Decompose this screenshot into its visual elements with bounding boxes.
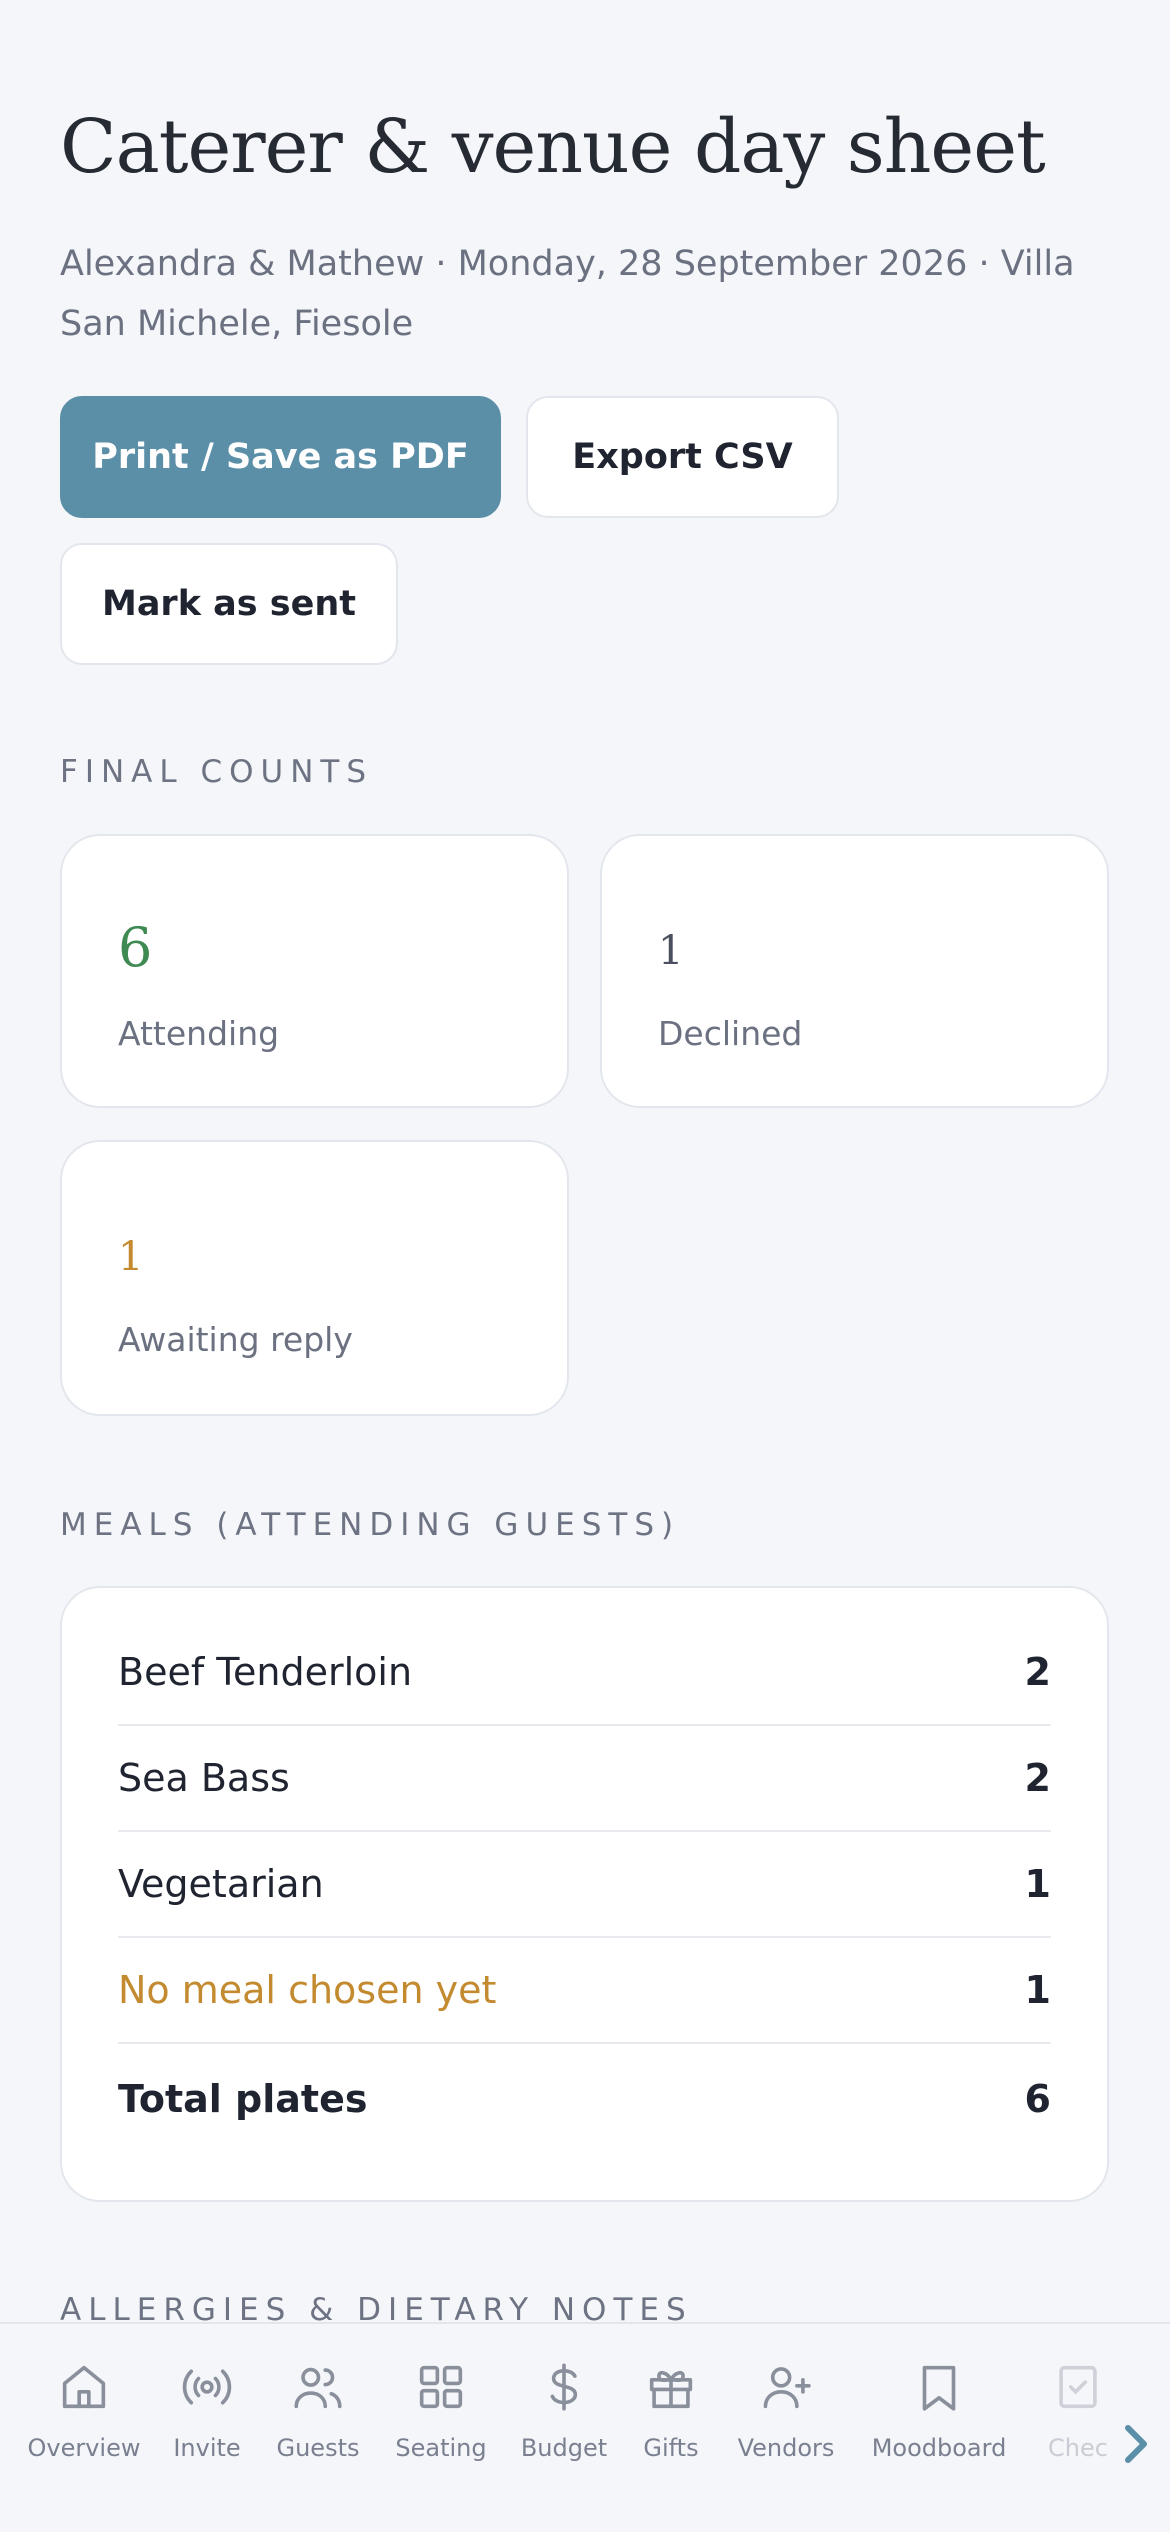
declined-count: 1 [658,928,684,974]
home-icon [62,2365,106,2409]
awaiting-label: Awaiting reply [118,1320,353,1359]
user-plus-icon [763,2367,811,2409]
meal-row: Beef Tenderloin 2 [118,1620,1051,1726]
broadcast-icon [182,2369,232,2405]
meal-count: 2 [1024,1756,1051,1800]
awaiting-count: 1 [118,1234,144,1280]
meal-row-unchosen: No meal chosen yet 1 [118,1938,1051,2044]
declined-label: Declined [658,1014,803,1053]
declined-count-card: 1 Declined [600,834,1109,1108]
meal-name: Beef Tenderloin [118,1650,413,1694]
nav-item-vendors[interactable]: Vendors [711,2358,861,2462]
bookmark-icon [922,2365,956,2411]
meal-name: Sea Bass [118,1756,290,1800]
total-plates-label: Total plates [118,2077,368,2121]
total-plates-value: 6 [1024,2077,1051,2121]
meal-count: 2 [1024,1650,1051,1694]
page-subtitle: Alexandra & Mathew · Monday, 28 Septembe… [60,244,1075,344]
users-icon [294,2367,342,2409]
dollar-icon [550,2363,578,2411]
nav-label: Overview [27,2434,141,2462]
final-counts-heading: FINAL COUNTS [60,754,374,790]
nav-item-moodboard[interactable]: Moodboard [864,2358,1014,2462]
nav-label: Guests [276,2434,360,2462]
nav-label: Seating [395,2434,487,2462]
nav-label: Invite [173,2434,241,2462]
bottom-tab-bar: Overview Invite Guests Seating Budget Gi… [0,2322,1170,2532]
meals-card: Beef Tenderloin 2 Sea Bass 2 Vegetarian … [60,1586,1109,2202]
meal-name: Vegetarian [118,1862,324,1906]
nav-label: Chec [1048,2434,1108,2462]
nav-label: Budget [520,2434,608,2462]
nav-label: Gifts [643,2434,699,2462]
total-plates-row: Total plates 6 [118,2046,1051,2152]
nav-label: Vendors [737,2434,835,2462]
chevron-right-icon[interactable] [1116,2414,1156,2474]
attending-count-card: 6 Attending [60,834,569,1108]
checklist-icon [1059,2365,1097,2409]
attending-count: 6 [118,916,153,979]
nav-label: Moodboard [871,2434,1007,2462]
day-sheet-page: Caterer & venue day sheet Alexandra & Ma… [0,0,1170,2532]
meals-heading: MEALS (ATTENDING GUESTS) [60,1507,681,1543]
gift-icon [649,2370,693,2409]
meal-count: 1 [1024,1862,1051,1906]
mark-as-sent-button[interactable]: Mark as sent [60,543,398,665]
meal-row: Vegetarian 1 [118,1832,1051,1938]
meal-count: 1 [1024,1968,1051,2012]
attending-label: Attending [118,1014,280,1053]
awaiting-count-card: 1 Awaiting reply [60,1140,569,1416]
page-title: Caterer & venue day sheet [60,104,1046,190]
print-pdf-button[interactable]: Print / Save as PDF [60,396,501,518]
export-csv-button[interactable]: Export CSV [526,396,839,518]
meal-name: No meal chosen yet [118,1968,497,2012]
grid-icon [419,2365,463,2409]
meal-row: Sea Bass 2 [118,1726,1051,1832]
